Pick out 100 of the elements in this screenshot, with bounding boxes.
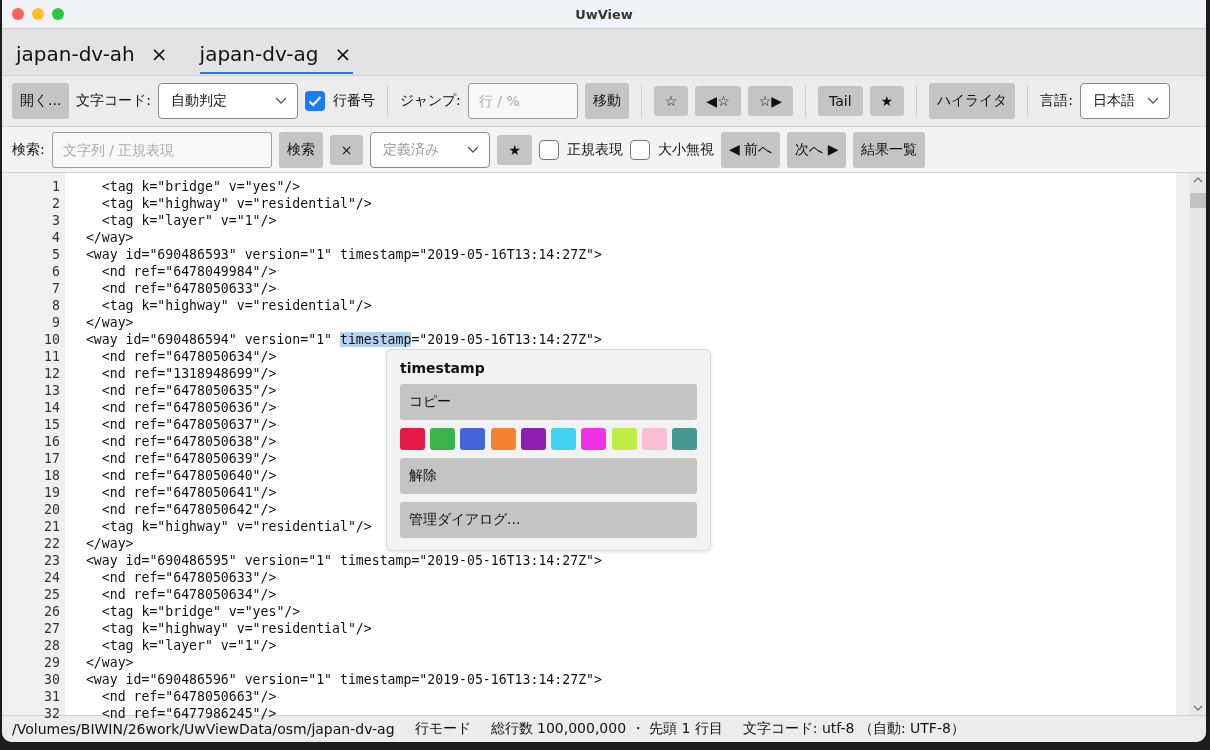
file-tab[interactable]: japan-dv-ah ×: [16, 42, 170, 74]
encoding-status: 文字コード: utf-8 （自動: UTF-8）: [742, 720, 965, 738]
file-path: /Volumes/BIWIN/26work/UwViewData/osm/japan-dv-ag: [12, 721, 395, 737]
popup-title: timestamp: [400, 360, 486, 376]
color-swatch[interactable]: [430, 428, 456, 450]
maximize-window-button[interactable]: [52, 8, 64, 20]
line-number: 5: [51, 246, 61, 263]
line-count-status: 総行数 100,000,000 ・ 先頭 1 行目: [490, 720, 723, 738]
toolbar-button[interactable]: 結果一覧: [853, 131, 926, 168]
line-number: 27: [43, 620, 61, 637]
color-swatch[interactable]: [460, 428, 486, 450]
file-tab[interactable]: japan-dv-ag ×: [199, 42, 354, 74]
code-line: <nd ref="6478050633"/>: [100, 280, 277, 297]
input-field[interactable]: 行 / %: [467, 83, 578, 119]
field-label: 文字コード:: [76, 92, 152, 110]
line-number: 6: [51, 263, 61, 280]
line-number: 20: [43, 501, 61, 518]
code-line: <way id="690486594" version="1" timestamp="2019-05-16T13:14:27Z">: [84, 331, 602, 348]
code-line: <nd ref="6478049984"/>: [100, 263, 277, 280]
checkbox[interactable]: [305, 91, 326, 111]
color-swatch[interactable]: [400, 428, 425, 450]
toolbar-button[interactable]: ×: [329, 134, 364, 165]
code-line: <tag k="bridge" v="yes"/>: [100, 178, 301, 195]
toolbar-button[interactable]: ハイライタ: [929, 83, 1016, 119]
line-number: 25: [43, 586, 61, 603]
line-number: 10: [43, 331, 61, 348]
code-line: <tag k="highway" v="residential"/>: [100, 620, 372, 637]
clear-button[interactable]: 解除: [400, 458, 697, 494]
code-line: <nd ref="6478050633"/>: [100, 569, 277, 586]
chevron-down-icon: [1146, 97, 1159, 105]
close-tab-button[interactable]: ×: [334, 42, 352, 66]
manage-dialog-button[interactable]: 管理ダイアログ...: [400, 502, 697, 538]
code-line: <nd ref="6478050636"/>: [100, 399, 277, 416]
line-number: 26: [43, 603, 61, 620]
toolbar-button[interactable]: ◀☆: [695, 86, 741, 116]
color-swatch[interactable]: [671, 428, 697, 450]
scroll-down-icon[interactable]: [1193, 705, 1203, 711]
color-swatch[interactable]: [611, 428, 637, 450]
code-line: <tag k="highway" v="residential"/>: [100, 518, 372, 535]
line-number: 13: [43, 382, 61, 399]
code-line: <nd ref="6478050638"/>: [100, 433, 277, 450]
code-line: <nd ref="1318948699"/>: [100, 365, 277, 382]
color-swatch[interactable]: [551, 428, 577, 450]
line-number: 11: [43, 348, 61, 365]
toolbar-button[interactable]: Tail: [818, 86, 863, 116]
code-line: <nd ref="6478050639"/>: [100, 450, 277, 467]
line-number: 15: [43, 416, 61, 433]
window-title: UwView: [575, 6, 633, 22]
code-line: <way id="690486593" version="1" timestamp="2019-05-16T13:14:27Z">: [84, 246, 602, 263]
checkmark-icon: [308, 95, 323, 107]
field-label: ジャンプ:: [400, 92, 461, 110]
code-line: <way id="690486595" version="1" timestamp="2019-05-16T13:14:27Z">: [84, 552, 602, 569]
line-number: 28: [43, 637, 61, 654]
toolbar-button[interactable]: 移動: [584, 83, 629, 119]
field-label: 言語:: [1040, 92, 1073, 110]
checkbox-label: 正規表現: [567, 140, 623, 159]
line-number: 29: [43, 654, 61, 671]
toolbar-button[interactable]: ★: [497, 134, 532, 165]
line-number: 31: [43, 688, 61, 705]
line-number: 4: [51, 229, 61, 246]
color-swatch[interactable]: [641, 428, 667, 450]
toolbar-button[interactable]: ☆▶: [747, 86, 793, 116]
toolbar-button[interactable]: ☆: [653, 86, 689, 116]
mode-status: 行モード: [414, 720, 471, 738]
scroll-thumb[interactable]: [1190, 193, 1206, 208]
code-line: <nd ref="6478050634"/>: [100, 586, 277, 603]
line-number: 18: [43, 467, 61, 484]
line-number: 19: [43, 484, 61, 501]
dropdown[interactable]: 自動判定: [158, 83, 299, 119]
line-number: 2: [51, 195, 61, 212]
line-number: 12: [43, 365, 61, 382]
code-line: <way id="690486596" version="1" timestamp="2019-05-16T13:14:27Z">: [84, 671, 602, 688]
code-line: <tag k="layer" v="1"/>: [100, 212, 277, 229]
color-swatch[interactable]: [520, 428, 546, 450]
line-number: 3: [51, 212, 61, 229]
line-number: 30: [43, 671, 61, 688]
line-number: 22: [43, 535, 61, 552]
code-line: <nd ref="6478050642"/>: [100, 501, 277, 518]
toolbar-button[interactable]: 開く...: [12, 83, 70, 119]
minimize-window-button[interactable]: [32, 8, 44, 20]
scrollbar[interactable]: [1190, 173, 1206, 715]
chevron-down-icon: [467, 145, 480, 154]
input-field[interactable]: 文字列 / 正規表現: [51, 131, 272, 168]
line-number: 1: [51, 178, 61, 195]
toolbar-button[interactable]: ◀ 前へ: [721, 131, 781, 168]
code-line: </way>: [84, 654, 134, 671]
code-line: <nd ref="6478050634"/>: [100, 348, 277, 365]
toolbar-button[interactable]: 次へ ▶: [787, 131, 847, 168]
toolbar-button[interactable]: ★: [869, 86, 905, 116]
close-window-button[interactable]: [12, 8, 24, 20]
color-swatch[interactable]: [581, 428, 607, 450]
copy-button[interactable]: コピー: [400, 384, 697, 420]
scroll-up-icon[interactable]: [1193, 177, 1203, 183]
color-swatch[interactable]: [490, 428, 516, 450]
checkbox[interactable]: [539, 139, 559, 160]
toolbar-button[interactable]: 検索: [278, 131, 323, 168]
close-tab-button[interactable]: ×: [150, 42, 168, 66]
code-line: <nd ref="6478050637"/>: [100, 416, 277, 433]
dropdown[interactable]: 日本語: [1079, 83, 1170, 119]
checkbox[interactable]: [630, 139, 650, 160]
